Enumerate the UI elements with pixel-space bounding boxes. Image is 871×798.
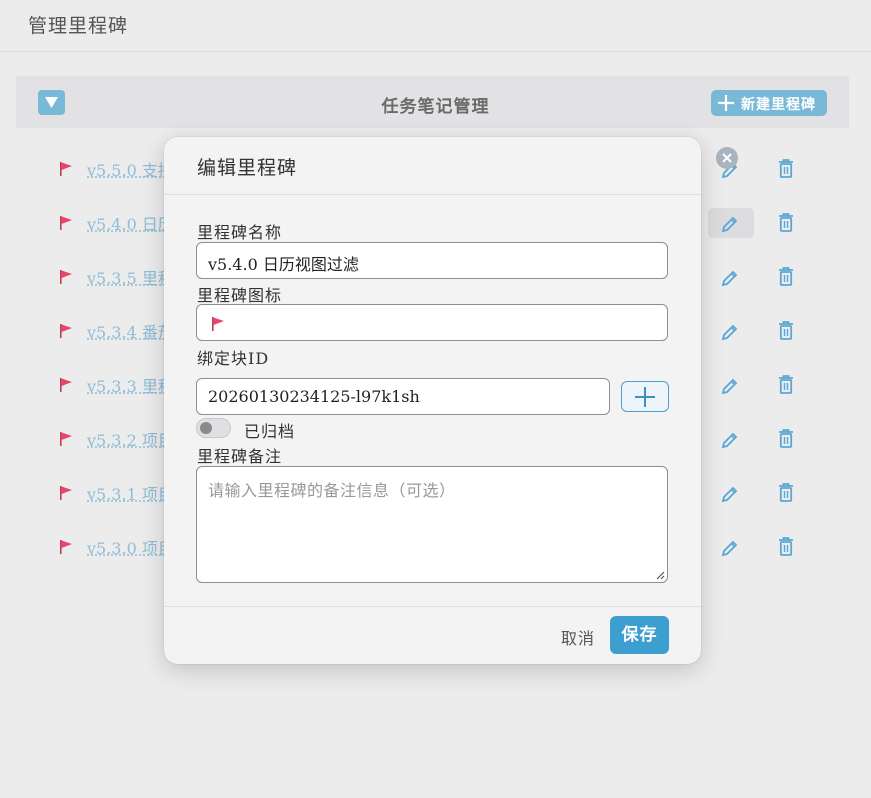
delete-milestone-button[interactable] bbox=[775, 532, 797, 562]
flag-icon bbox=[58, 215, 74, 235]
flag-icon bbox=[58, 323, 74, 343]
milestone-name-link[interactable]: v5.3.0 项目 bbox=[87, 535, 167, 559]
milestone-name-link[interactable]: v5.3.4 番茄 bbox=[87, 319, 167, 343]
dialog-title: 编辑里程碑 bbox=[197, 157, 298, 179]
close-icon[interactable] bbox=[716, 147, 738, 169]
new-milestone-button[interactable]: 新建里程碑 bbox=[711, 90, 827, 116]
delete-milestone-button[interactable] bbox=[775, 478, 797, 508]
milestone-name-link[interactable]: v5.4.0 日历 bbox=[87, 211, 167, 235]
edit-milestone-button[interactable] bbox=[708, 262, 754, 292]
block-id-input[interactable]: 20260130234125-l97k1sh bbox=[196, 378, 610, 415]
flag-icon bbox=[58, 431, 74, 451]
icon-label: 里程碑图标 bbox=[197, 286, 283, 305]
delete-milestone-button[interactable] bbox=[775, 370, 797, 400]
milestone-name-link[interactable]: v5.3.2 项目 bbox=[87, 427, 167, 451]
resize-handle-icon[interactable] bbox=[655, 570, 665, 580]
flag-icon bbox=[58, 269, 74, 289]
milestone-icon-input[interactable] bbox=[196, 304, 668, 341]
save-button[interactable]: 保存 bbox=[610, 616, 669, 654]
archived-label: 已归档 bbox=[244, 422, 296, 441]
delete-milestone-button[interactable] bbox=[775, 424, 797, 454]
edit-milestone-button[interactable] bbox=[708, 316, 754, 346]
cancel-button[interactable]: 取消 bbox=[561, 625, 595, 649]
note-textarea[interactable]: 请输入里程碑的备注信息（可选） bbox=[196, 466, 668, 583]
divider bbox=[164, 606, 701, 607]
new-milestone-label: 新建里程碑 bbox=[741, 97, 816, 113]
milestone-name-link[interactable]: v5.5.0 支持 bbox=[87, 157, 167, 181]
delete-milestone-button[interactable] bbox=[775, 262, 797, 292]
milestone-name-input[interactable]: v5.4.0 日历视图过滤 bbox=[196, 242, 668, 279]
edit-milestone-button[interactable] bbox=[708, 532, 754, 562]
page-header: 管理里程碑 bbox=[0, 0, 871, 52]
name-label: 里程碑名称 bbox=[197, 223, 283, 242]
archived-toggle[interactable] bbox=[196, 418, 231, 438]
plus-icon bbox=[635, 387, 655, 407]
delete-milestone-button[interactable] bbox=[775, 208, 797, 238]
add-block-button[interactable] bbox=[621, 381, 669, 412]
delete-milestone-button[interactable] bbox=[775, 154, 797, 184]
note-label: 里程碑备注 bbox=[197, 447, 283, 466]
flag-icon bbox=[58, 485, 74, 505]
milestone-name-link[interactable]: v5.3.5 里程 bbox=[87, 265, 167, 289]
edit-milestone-button[interactable] bbox=[708, 478, 754, 508]
toggle-knob bbox=[200, 422, 212, 434]
divider bbox=[164, 194, 701, 195]
block-id-label: 绑定块ID bbox=[197, 349, 270, 368]
plus-icon bbox=[718, 95, 734, 111]
edit-milestone-dialog: 编辑里程碑 里程碑名称 v5.4.0 日历视图过滤 里程碑图标 绑定块ID 20… bbox=[164, 137, 701, 664]
delete-milestone-button[interactable] bbox=[775, 316, 797, 346]
milestone-name-value: v5.4.0 日历视图过滤 bbox=[208, 255, 359, 274]
block-id-value: 20260130234125-l97k1sh bbox=[208, 387, 420, 406]
milestone-name-link[interactable]: v5.3.3 里程 bbox=[87, 373, 167, 397]
milestone-name-link[interactable]: v5.3.1 项目 bbox=[87, 481, 167, 505]
note-placeholder: 请输入里程碑的备注信息（可选） bbox=[208, 481, 456, 500]
page-title: 管理里程碑 bbox=[28, 15, 129, 37]
flag-icon bbox=[58, 539, 74, 559]
flag-icon bbox=[58, 377, 74, 397]
flag-icon bbox=[212, 317, 224, 331]
edit-milestone-button[interactable] bbox=[708, 370, 754, 400]
edit-milestone-button[interactable] bbox=[708, 424, 754, 454]
flag-icon bbox=[58, 161, 74, 181]
edit-milestone-button[interactable] bbox=[708, 208, 754, 238]
